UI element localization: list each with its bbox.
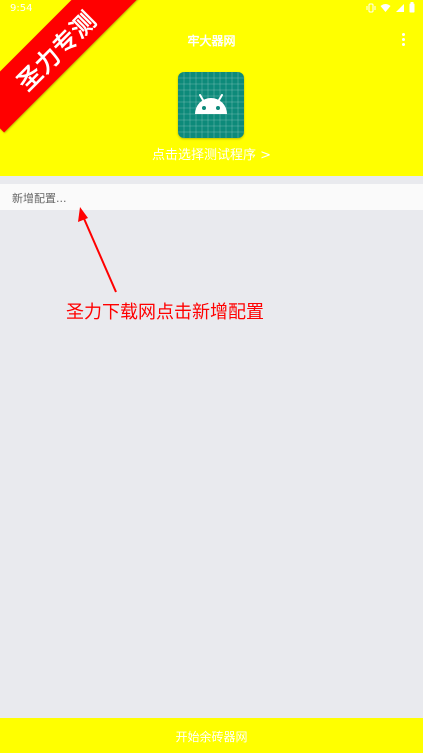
more-vert-icon[interactable] [397,30,409,48]
wifi-icon [380,3,391,16]
add-config-placeholder: 新增配置... [12,192,67,205]
start-button[interactable]: 开始余砖器网 [0,718,423,753]
select-test-program-link[interactable]: 点击选择测试程序 > [0,144,423,163]
add-config-input[interactable]: 新增配置... [0,184,423,210]
app-screen: 9:54 牢大器网 点击选择测试程序 > 圣力专测 新增配置... 圣力下载网点… [0,0,423,753]
status-time: 9:54 [10,3,33,14]
annotation-text: 圣力下载网点击新增配置 [66,302,264,323]
android-icon[interactable] [178,72,244,138]
vibrate-icon [366,3,376,16]
signal-icon [395,3,405,16]
status-icons [366,2,415,16]
battery-icon [409,2,415,16]
start-button-label: 开始余砖器网 [175,730,248,744]
